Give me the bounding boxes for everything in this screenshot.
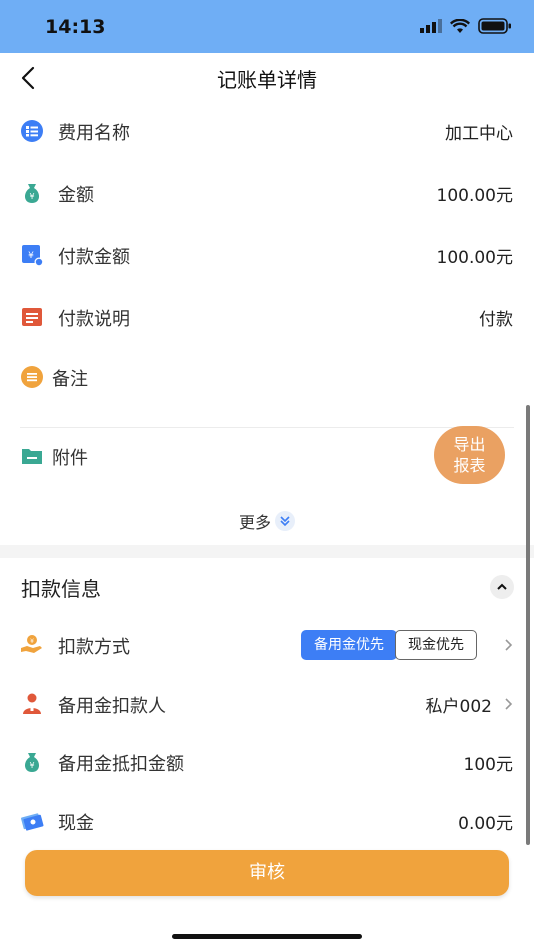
wifi-icon (450, 18, 470, 33)
audit-button[interactable]: 审核 (25, 850, 509, 896)
amount-label: 金额 (58, 185, 94, 206)
person-icon (23, 693, 41, 714)
page-title: 记账单详情 (217, 68, 317, 92)
status-bar: 14:13 (0, 0, 534, 53)
chevron-right-icon[interactable] (504, 697, 514, 711)
nav-bar: 记账单详情 (0, 53, 534, 103)
divider (20, 427, 514, 428)
list-icon (21, 120, 43, 142)
row-reserve-payer[interactable]: 备用金扣款人 私户002 (0, 684, 534, 724)
attachment-label: 附件 (52, 448, 88, 469)
row-payment-amount: ¥ 付款金额 100.00元 (0, 235, 534, 275)
reserve-offset-label: 备用金抵扣金额 (58, 754, 184, 775)
export-line1: 导出 (453, 435, 486, 454)
chevron-right-icon[interactable] (504, 638, 514, 652)
row-remark: 备注 (0, 357, 534, 397)
payment-amount-value: 100.00元 (436, 248, 513, 268)
svg-text:¥: ¥ (30, 638, 34, 645)
cash-icon (21, 813, 44, 831)
more-toggle[interactable]: 更多 (0, 509, 534, 533)
note-icon (22, 308, 42, 326)
hand-coin-icon: ¥ (21, 635, 42, 653)
row-reserve-offset: ¥ 备用金抵扣金额 100元 (0, 742, 534, 782)
section-gap (0, 545, 534, 558)
scrollbar[interactable] (526, 405, 530, 845)
amount-value: 100.00元 (436, 186, 513, 206)
fee-name-value: 加工中心 (445, 124, 513, 144)
deduction-method-label: 扣款方式 (58, 637, 130, 658)
payment-amount-label: 付款金额 (58, 247, 130, 268)
row-payment-note: 付款说明 付款 (0, 297, 534, 337)
export-line2: 报表 (453, 456, 486, 475)
chevron-up-icon (497, 583, 507, 590)
money-bag-icon: ¥ (24, 753, 40, 772)
fee-name-label: 费用名称 (58, 123, 130, 144)
reserve-offset-value: 100元 (463, 755, 513, 775)
reserve-first-option[interactable]: 备用金优先 (301, 630, 397, 660)
cash-first-option[interactable]: 现金优先 (395, 630, 477, 660)
folder-icon (22, 449, 42, 464)
cash-value: 0.00元 (458, 814, 513, 834)
row-amount: ¥ 金额 100.00元 (0, 173, 534, 213)
double-chevron-down-icon (275, 511, 295, 531)
home-indicator[interactable] (172, 934, 362, 939)
payment-note-label: 付款说明 (58, 309, 130, 330)
signal-icon (420, 19, 442, 33)
status-icons (420, 18, 512, 34)
payment-note-value: 付款 (479, 310, 513, 330)
payment-icon: ¥ (22, 245, 44, 267)
deduction-method-segment: 备用金优先 现金优先 (301, 630, 477, 660)
row-cash: 现金 0.00元 (0, 801, 534, 841)
svg-text:¥: ¥ (28, 251, 34, 261)
menu-circle-icon (21, 366, 43, 388)
money-bag-icon: ¥ (24, 184, 40, 203)
more-label: 更多 (238, 513, 271, 532)
status-time: 14:13 (45, 16, 106, 38)
svg-text:¥: ¥ (29, 761, 34, 770)
battery-icon (478, 18, 511, 34)
remark-label: 备注 (52, 369, 88, 390)
export-report-button[interactable]: 导出 报表 (434, 426, 505, 484)
cash-label: 现金 (58, 813, 94, 834)
reserve-payer-label: 备用金扣款人 (58, 696, 166, 717)
reserve-payer-value: 私户002 (425, 697, 492, 717)
collapse-button[interactable] (490, 575, 514, 599)
svg-text:¥: ¥ (29, 192, 34, 201)
row-fee-name: 费用名称 加工中心 (0, 111, 534, 151)
deduction-section-title: 扣款信息 (21, 577, 101, 601)
